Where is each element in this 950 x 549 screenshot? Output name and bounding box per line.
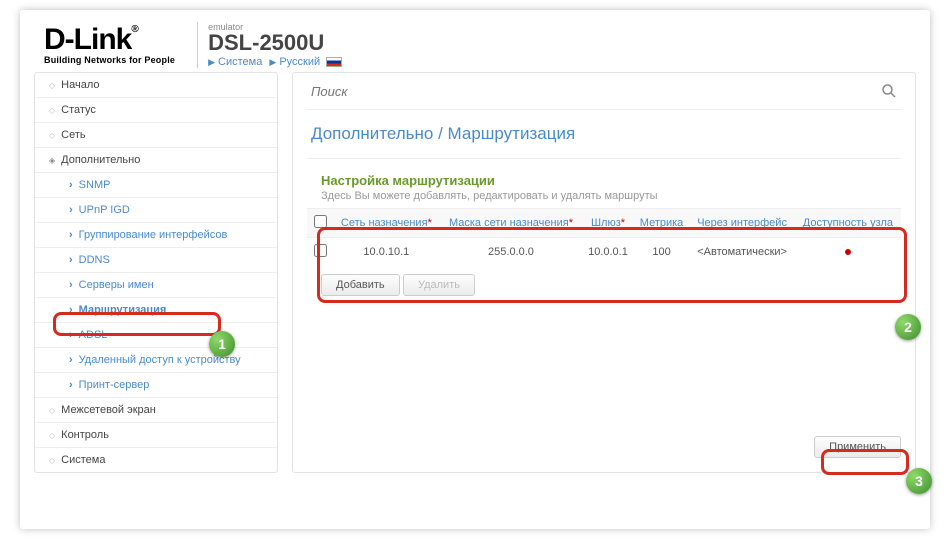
col-gw: Шлюз* bbox=[582, 209, 634, 238]
brand-logo: D-Link® Building Networks for People bbox=[44, 25, 175, 65]
section-title: Настройка маршрутизации bbox=[307, 159, 901, 190]
cell-gw: 10.0.0.1 bbox=[582, 238, 634, 267]
col-iface: Через интерфейс bbox=[689, 209, 795, 238]
cell-iface: <Автоматически> bbox=[689, 238, 795, 267]
flag-ru-icon bbox=[326, 57, 342, 67]
header: D-Link® Building Networks for People emu… bbox=[20, 10, 930, 72]
sidebar-item-remote[interactable]: Удаленный доступ к устройству bbox=[35, 348, 277, 373]
sidebar-item-snmp[interactable]: SNMP bbox=[35, 173, 277, 198]
section-desc: Здесь Вы можете добавлять, редактировать… bbox=[307, 190, 901, 208]
apply-button[interactable]: Применить bbox=[814, 436, 901, 458]
sidebar-item-system[interactable]: Система bbox=[35, 448, 277, 472]
sidebar-item-ddns[interactable]: DDNS bbox=[35, 248, 277, 273]
sidebar-item-status[interactable]: Статус bbox=[35, 98, 277, 123]
divider bbox=[197, 22, 198, 68]
search-input[interactable] bbox=[311, 84, 881, 99]
sidebar-item-print[interactable]: Принт-сервер bbox=[35, 373, 277, 398]
col-mask: Маска сети назначения* bbox=[440, 209, 582, 238]
sidebar-item-firewall[interactable]: Межсетевой экран bbox=[35, 398, 277, 423]
table-row[interactable]: 10.0.10.1 255.0.0.0 10.0.0.1 100 <Автома… bbox=[307, 238, 901, 267]
routing-table: Сеть назначения* Маска сети назначения* … bbox=[307, 208, 901, 266]
sidebar-item-dns[interactable]: Серверы имен bbox=[35, 273, 277, 298]
search-bar bbox=[307, 73, 901, 110]
status-dot-icon bbox=[845, 249, 851, 255]
page-title: Дополнительно / Маршрутизация bbox=[307, 110, 901, 159]
sidebar-item-iface-group[interactable]: Группирование интерфейсов bbox=[35, 223, 277, 248]
cell-avail bbox=[795, 238, 901, 267]
add-button[interactable]: Добавить bbox=[321, 274, 400, 296]
cell-dest: 10.0.10.1 bbox=[333, 238, 440, 267]
row-checkbox[interactable] bbox=[314, 244, 327, 257]
delete-button[interactable]: Удалить bbox=[403, 274, 475, 296]
breadcrumb[interactable]: ▶Система ▶Русский bbox=[208, 56, 342, 68]
col-avail: Доступность узла bbox=[795, 209, 901, 238]
sidebar-item-advanced[interactable]: Дополнительно bbox=[35, 148, 277, 173]
sidebar-item-start[interactable]: Начало bbox=[35, 73, 277, 98]
col-dest: Сеть назначения* bbox=[333, 209, 440, 238]
content-panel: Дополнительно / Маршрутизация Настройка … bbox=[292, 72, 916, 473]
col-metric: Метрика bbox=[634, 209, 690, 238]
model-block: emulator DSL-2500U ▶Система ▶Русский bbox=[208, 22, 342, 68]
search-icon[interactable] bbox=[881, 83, 897, 99]
sidebar-item-network[interactable]: Сеть bbox=[35, 123, 277, 148]
sidebar: Начало Статус Сеть Дополнительно SNMP UP… bbox=[34, 72, 278, 473]
cell-metric: 100 bbox=[634, 238, 690, 267]
sidebar-item-routing[interactable]: Маршрутизация bbox=[35, 298, 277, 323]
cell-mask: 255.0.0.0 bbox=[440, 238, 582, 267]
select-all-checkbox[interactable] bbox=[314, 215, 327, 228]
sidebar-item-control[interactable]: Контроль bbox=[35, 423, 277, 448]
sidebar-item-upnp[interactable]: UPnP IGD bbox=[35, 198, 277, 223]
sidebar-item-adsl[interactable]: ADSL bbox=[35, 323, 277, 348]
